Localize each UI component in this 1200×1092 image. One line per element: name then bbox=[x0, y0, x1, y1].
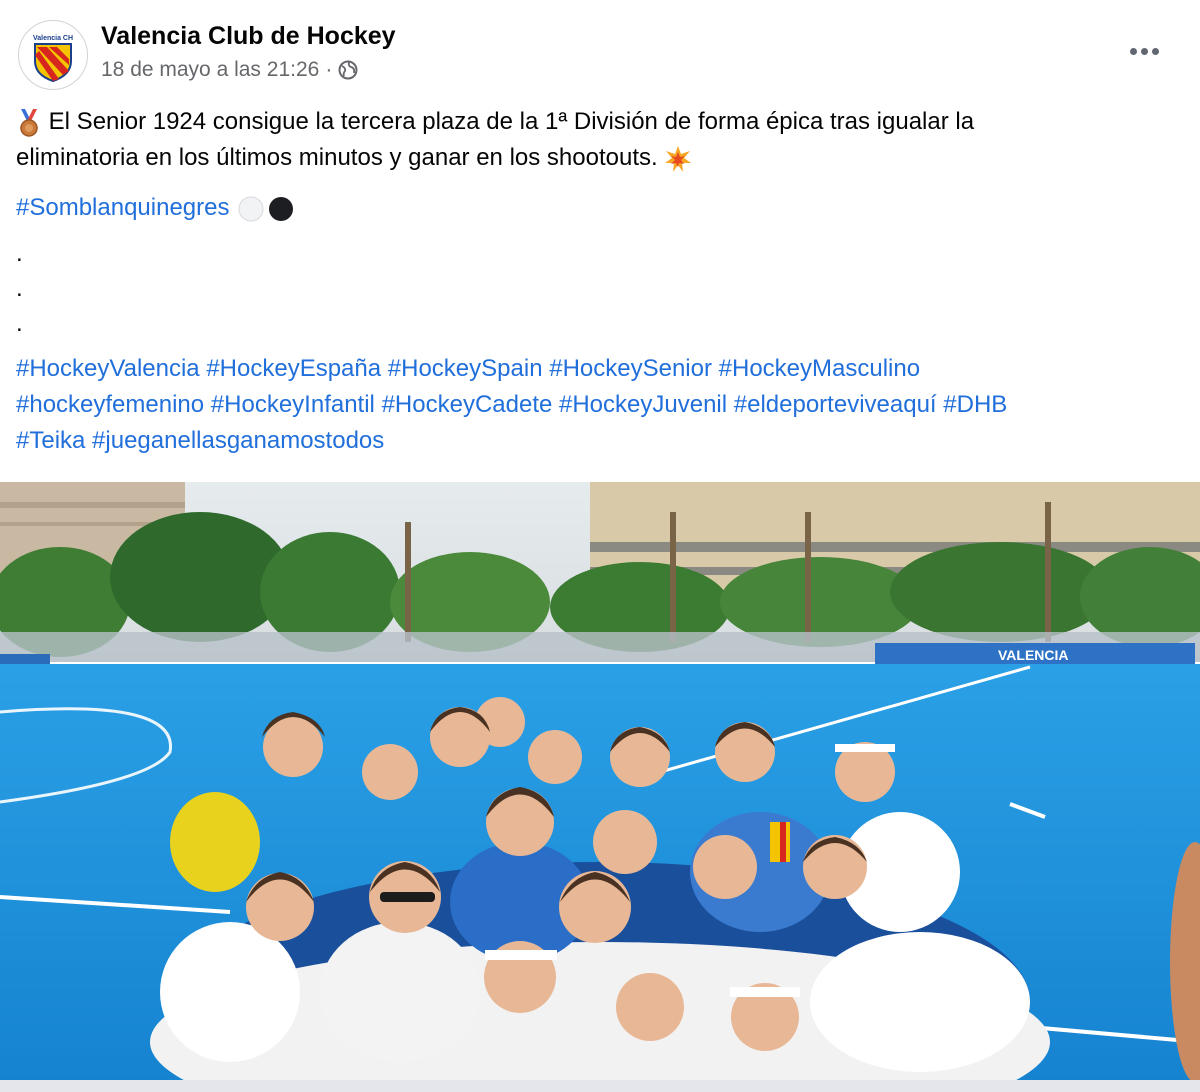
banner-text: VALENCIA bbox=[998, 647, 1069, 663]
globe-icon[interactable] bbox=[338, 60, 358, 80]
post-line-1: El Senior 1924 consigue la tercera plaza… bbox=[16, 104, 1186, 140]
post-meta: 18 de mayo a las 21:26 · bbox=[101, 58, 358, 82]
hashtag-row-3: #Teika #jueganellasganamostodos bbox=[16, 423, 1186, 459]
more-options-button[interactable] bbox=[1116, 33, 1172, 69]
post-photo[interactable]: VALENCIA bbox=[0, 482, 1200, 1080]
hashtag-link[interactable]: #HockeyEspaña bbox=[206, 355, 381, 382]
hashtag-row-1: #HockeyValencia #HockeyEspaña #HockeySpa… bbox=[16, 351, 1186, 387]
post-text: El Senior 1924 consigue la tercera plaza… bbox=[16, 104, 1186, 459]
hashtag-link[interactable]: #eldeporteviveaquí bbox=[734, 391, 937, 418]
hashtag-link[interactable]: #jueganellasganamostodos bbox=[92, 427, 384, 454]
hashtag-link[interactable]: #HockeyMasculino bbox=[719, 355, 920, 382]
team-photo-illustration: VALENCIA bbox=[0, 482, 1200, 1080]
hashtag-link[interactable]: #HockeyValencia bbox=[16, 355, 200, 382]
hashtag-link[interactable]: #HockeySenior bbox=[549, 355, 712, 382]
circle-emojis bbox=[238, 196, 294, 222]
logo-text: Valencia CH bbox=[33, 35, 73, 42]
club-logo-icon: Valencia CH bbox=[33, 35, 73, 83]
hashtag-link[interactable]: #HockeyInfantil bbox=[211, 391, 375, 418]
hashtag-link[interactable]: #HockeySpain bbox=[388, 355, 543, 382]
photo-bottom-strip bbox=[0, 1080, 1200, 1092]
post-header: Valencia CH Valencia Club de Hockey 18 d… bbox=[0, 0, 1200, 96]
post-line-hashtag: #Somblanquinegres bbox=[16, 190, 1186, 226]
hashtag-link[interactable]: #Teika bbox=[16, 427, 85, 454]
dot-line: . bbox=[16, 240, 23, 267]
post-line-2: eliminatoria en los últimos minutos y ga… bbox=[16, 140, 1186, 176]
hashtag-row-2: #hockeyfemenino #HockeyInfantil #HockeyC… bbox=[16, 387, 1186, 423]
dot-line: . bbox=[16, 310, 23, 337]
page-avatar[interactable]: Valencia CH bbox=[18, 20, 88, 90]
hashtag-link[interactable]: #HockeyCadete bbox=[382, 391, 553, 418]
hashtag-somblanquinegres[interactable]: #Somblanquinegres bbox=[16, 194, 229, 221]
more-horizontal-icon bbox=[1128, 42, 1161, 60]
hashtag-link[interactable]: #DHB bbox=[943, 391, 1007, 418]
post-body-line-2: eliminatoria en los últimos minutos y ga… bbox=[16, 144, 658, 171]
dot-spacer: . . . bbox=[16, 236, 1186, 341]
page-name[interactable]: Valencia Club de Hockey bbox=[101, 22, 396, 51]
bronze-medal-emoji bbox=[20, 108, 38, 137]
dot-line: . bbox=[16, 275, 23, 302]
hashtag-link[interactable]: #HockeyJuvenil bbox=[559, 391, 727, 418]
post-timestamp[interactable]: 18 de mayo a las 21:26 bbox=[101, 58, 319, 82]
meta-separator: · bbox=[325, 58, 333, 81]
hashtag-link[interactable]: #hockeyfemenino bbox=[16, 391, 204, 418]
post-body-line-1: El Senior 1924 consigue la tercera plaza… bbox=[48, 108, 975, 135]
collision-emoji bbox=[665, 145, 692, 172]
